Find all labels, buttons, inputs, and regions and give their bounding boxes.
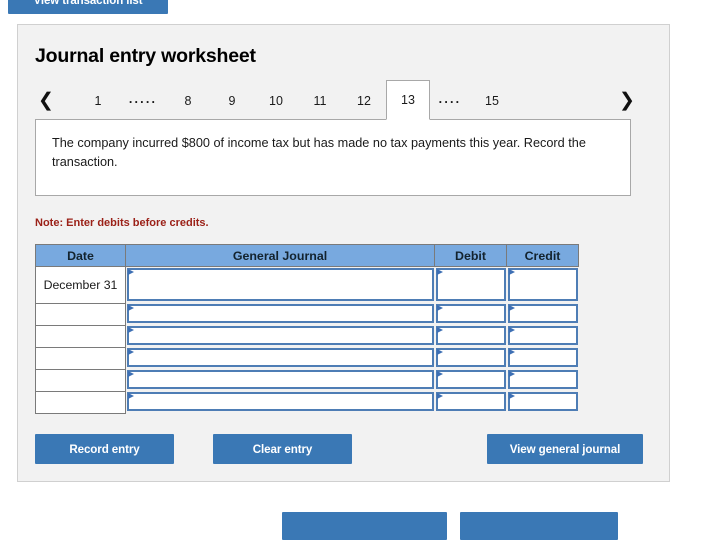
table-row	[35, 302, 579, 326]
cell-marker-icon	[436, 393, 443, 399]
cell-marker-icon	[436, 305, 443, 311]
date-cell[interactable]	[35, 302, 126, 326]
cell-marker-icon	[436, 349, 443, 355]
cell-marker-icon	[128, 371, 134, 377]
bottom-partial-button-right[interactable]	[460, 512, 618, 540]
table-row	[35, 324, 579, 348]
cell-marker-icon	[508, 305, 515, 311]
table-row	[35, 390, 579, 414]
credit-input-cell[interactable]	[507, 303, 579, 325]
table-row	[35, 368, 579, 392]
debit-input-cell[interactable]	[435, 347, 507, 369]
debit-input-cell[interactable]	[435, 267, 507, 304]
cell-marker-icon	[508, 349, 515, 355]
debit-input-cell[interactable]	[435, 303, 507, 325]
worksheet-tab-strip: ❮ 1 ..... 8 9 10 11 12 13 .... 15 ❯	[18, 80, 671, 121]
cell-marker-icon	[508, 393, 515, 399]
tab-13-active[interactable]: 13	[386, 80, 430, 120]
tab-1[interactable]: 1	[76, 81, 120, 119]
journal-entry-table: Date General Journal Debit Credit Decemb…	[35, 244, 579, 414]
general-journal-input-cell[interactable]	[126, 347, 435, 369]
chevron-right-icon[interactable]: ❯	[615, 81, 639, 119]
date-cell[interactable]	[35, 324, 126, 348]
cell-marker-icon	[436, 371, 443, 377]
record-entry-button[interactable]: Record entry	[35, 434, 174, 464]
tab-10[interactable]: 10	[254, 81, 298, 119]
page-title: Journal entry worksheet	[35, 45, 256, 67]
cell-marker-icon	[128, 269, 134, 275]
tab-8[interactable]: 8	[166, 81, 210, 119]
general-journal-input-cell[interactable]	[126, 325, 435, 347]
cell-marker-icon	[128, 327, 134, 333]
tab-list: 1 ..... 8 9 10 11 12 13 .... 15	[76, 80, 514, 120]
debit-input-cell[interactable]	[435, 369, 507, 391]
column-header-date: Date	[35, 244, 126, 267]
cell-marker-icon	[508, 327, 515, 333]
tab-9[interactable]: 9	[210, 81, 254, 119]
transaction-description-text: The company incurred $800 of income tax …	[52, 136, 586, 169]
transaction-description-box: The company incurred $800 of income tax …	[35, 119, 631, 196]
tab-ellipsis-right: ....	[438, 91, 462, 106]
cell-marker-icon	[508, 371, 515, 377]
table-row	[35, 346, 579, 370]
general-journal-input-cell[interactable]	[126, 303, 435, 325]
date-cell[interactable]	[35, 390, 126, 414]
debit-input-cell[interactable]	[435, 391, 507, 413]
credit-input-cell[interactable]	[507, 369, 579, 391]
journal-entry-worksheet-panel: Journal entry worksheet ❮ 1 ..... 8 9 10…	[17, 24, 670, 482]
cell-marker-icon	[436, 327, 443, 333]
table-header-row: Date General Journal Debit Credit	[35, 244, 579, 267]
view-transaction-list-button[interactable]: View transaction list	[8, 0, 168, 14]
credit-input-cell[interactable]	[507, 391, 579, 413]
date-cell[interactable]	[35, 346, 126, 370]
view-general-journal-button[interactable]: View general journal	[487, 434, 643, 464]
credit-input-cell[interactable]	[507, 347, 579, 369]
general-journal-input-cell[interactable]	[126, 369, 435, 391]
debit-input-cell[interactable]	[435, 325, 507, 347]
column-header-debit: Debit	[434, 244, 507, 267]
tab-ellipsis-left: .....	[128, 91, 158, 106]
tab-11[interactable]: 11	[298, 81, 342, 119]
tab-12[interactable]: 12	[342, 81, 386, 119]
general-journal-input-cell[interactable]	[126, 391, 435, 413]
column-header-general-journal: General Journal	[125, 244, 435, 267]
cell-marker-icon	[436, 269, 443, 275]
credit-input-cell[interactable]	[507, 325, 579, 347]
bottom-partial-button-left[interactable]	[282, 512, 447, 540]
cell-marker-icon	[128, 393, 134, 399]
cell-marker-icon	[128, 305, 134, 311]
tab-15[interactable]: 15	[470, 81, 514, 119]
column-header-credit: Credit	[506, 244, 579, 267]
date-cell[interactable]	[35, 368, 126, 392]
chevron-left-icon[interactable]: ❮	[34, 81, 58, 119]
cell-marker-icon	[128, 349, 134, 355]
app-screen: View transaction list Journal entry work…	[0, 0, 722, 540]
date-cell: December 31	[35, 266, 126, 304]
debits-before-credits-note: Note: Enter debits before credits.	[35, 217, 209, 229]
credit-input-cell[interactable]	[507, 267, 579, 304]
clear-entry-button[interactable]: Clear entry	[213, 434, 352, 464]
cell-marker-icon	[508, 269, 515, 275]
table-row: December 31	[35, 266, 579, 304]
general-journal-input-cell[interactable]	[126, 267, 435, 304]
